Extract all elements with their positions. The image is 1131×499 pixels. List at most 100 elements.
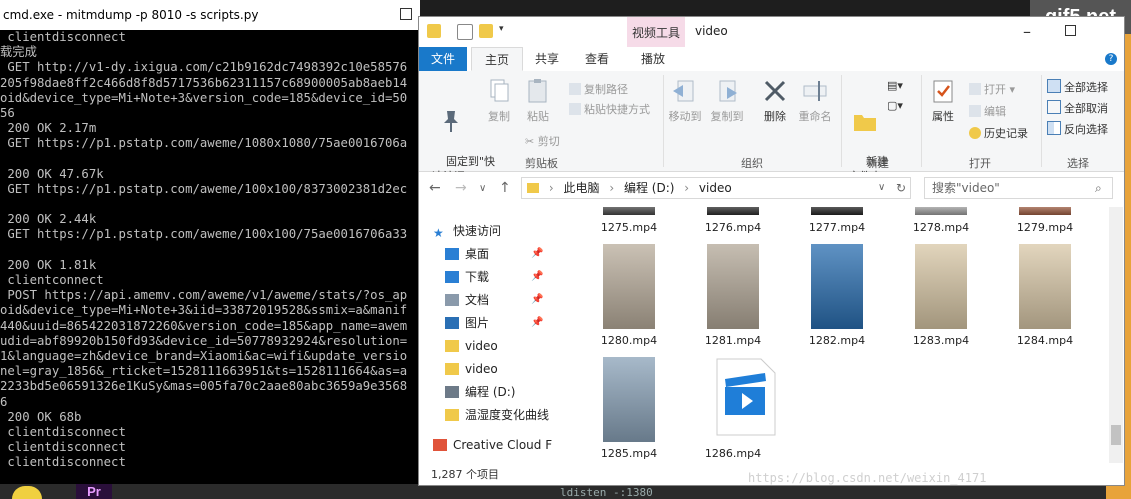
cmd-output-line: 200 OK 2.17m xyxy=(0,121,97,136)
search-input[interactable]: 搜索"video" ⌕ xyxy=(924,177,1113,199)
properties-button[interactable]: 属性 xyxy=(925,77,961,124)
minimize-button[interactable]: – xyxy=(1023,22,1031,41)
cmd-output-line: GET https://p1.pstatp.com/aweme/1080x108… xyxy=(0,136,408,151)
nav-item[interactable]: 下载 📌 xyxy=(445,266,543,288)
video-thumbnail[interactable] xyxy=(715,357,777,442)
file-name[interactable]: 1283.mp4 xyxy=(901,334,981,347)
video-thumbnail[interactable] xyxy=(915,207,967,215)
video-thumbnail[interactable] xyxy=(811,244,863,329)
ribbon-separator xyxy=(1041,75,1042,167)
select-none-button[interactable]: 全部取消 xyxy=(1047,100,1108,116)
breadcrumb-video[interactable]: video xyxy=(699,181,732,195)
tab-file[interactable]: 文件 xyxy=(419,47,467,71)
new-folder-icon[interactable] xyxy=(479,24,493,38)
taskbar-premiere-icon[interactable]: Pr xyxy=(76,484,112,499)
paste-shortcut-button[interactable]: 粘贴快捷方式 xyxy=(569,101,650,117)
file-name[interactable]: 1282.mp4 xyxy=(797,334,877,347)
nav-item[interactable]: 图片 📌 xyxy=(445,312,543,334)
refresh-icon[interactable]: ↻ xyxy=(896,178,906,198)
forward-arrow-icon[interactable]: → xyxy=(455,180,467,196)
nav-item[interactable]: Creative Cloud F xyxy=(433,434,552,456)
pin-icon[interactable]: 📌 xyxy=(531,243,543,265)
rename-button[interactable]: 重命名 xyxy=(795,77,835,124)
copy-to-button[interactable]: 复制到 xyxy=(709,77,745,124)
cmd-maximize-button[interactable] xyxy=(400,8,412,20)
invert-selection-button[interactable]: 反向选择 xyxy=(1047,121,1108,137)
explorer-window[interactable]: ▾ 视频工具 video – 文件 主页 共享 查看 播放 ? 固定到"快 速访… xyxy=(418,16,1125,486)
video-thumbnail[interactable] xyxy=(603,244,655,329)
pin-icon[interactable]: 📌 xyxy=(531,312,543,334)
cmd-output-line: GET https://p1.pstatp.com/aweme/100x100/… xyxy=(0,227,408,242)
file-list[interactable]: 1275.mp4 1276.mp4 1277.mp4 1278.mp4 1279.mp4… xyxy=(581,207,1109,463)
nav-item[interactable]: 编程 (D:) xyxy=(445,381,515,403)
history-button[interactable]: 历史记录 xyxy=(969,125,1028,141)
file-name[interactable]: 1286.mp4 xyxy=(693,447,773,460)
video-thumbnail[interactable] xyxy=(707,244,759,329)
open-button[interactable]: 打开 ▾ xyxy=(969,81,1015,97)
cut-button[interactable]: ✂ 剪切 xyxy=(525,133,560,149)
chevron-down-icon[interactable]: ∨ xyxy=(878,178,885,198)
file-name[interactable]: 1280.mp4 xyxy=(589,334,669,347)
explorer-title-bar[interactable]: ▾ 视频工具 video – xyxy=(419,17,1124,47)
new-item-icon[interactable]: ▤▾ xyxy=(887,79,903,92)
nav-item[interactable]: 文档 📌 xyxy=(445,289,543,311)
file-name[interactable]: 1277.mp4 xyxy=(797,221,877,234)
breadcrumb-this-pc[interactable]: 此电脑 xyxy=(563,181,599,195)
easy-access-icon[interactable]: ▢▾ xyxy=(887,99,903,112)
video-thumbnail[interactable] xyxy=(811,207,863,215)
file-name[interactable]: 1279.mp4 xyxy=(1005,221,1085,234)
cmd-title-bar[interactable]: cmd.exe - mitmdump -p 8010 -s scripts.py xyxy=(0,0,420,30)
nav-item[interactable]: 桌面 📌 xyxy=(445,243,543,265)
video-thumbnail[interactable] xyxy=(915,244,967,329)
maximize-button[interactable] xyxy=(1065,25,1076,36)
file-name[interactable]: 1281.mp4 xyxy=(693,334,773,347)
chevron-down-icon[interactable]: ▾ xyxy=(499,24,507,38)
nav-item[interactable]: video xyxy=(445,335,498,357)
file-name[interactable]: 1278.mp4 xyxy=(901,221,981,234)
file-name[interactable]: 1276.mp4 xyxy=(693,221,773,234)
vertical-scrollbar[interactable] xyxy=(1109,207,1123,463)
move-to-button[interactable]: 移动到 xyxy=(667,77,703,124)
tab-share[interactable]: 共享 xyxy=(527,47,567,71)
video-thumbnail[interactable] xyxy=(603,207,655,215)
cut-label: 剪切 xyxy=(537,135,560,148)
file-name[interactable]: 1284.mp4 xyxy=(1005,334,1085,347)
back-arrow-icon[interactable]: ← xyxy=(429,180,441,196)
up-arrow-icon[interactable]: ↑ xyxy=(499,180,511,196)
pin-icon[interactable]: 📌 xyxy=(531,289,543,311)
address-input[interactable]: › 此电脑 › 编程 (D:) › video ∨ ↻ xyxy=(521,177,911,199)
folder-icon xyxy=(445,363,459,375)
pin-icon[interactable]: 📌 xyxy=(531,266,543,288)
chevron-down-icon[interactable]: ∨ xyxy=(479,183,486,194)
nav-item[interactable]: video xyxy=(445,358,498,380)
video-thumbnail[interactable] xyxy=(1019,244,1071,329)
nav-item[interactable]: 温湿度变化曲线 xyxy=(445,404,549,426)
search-icon[interactable]: ⌕ xyxy=(1095,178,1102,198)
video-thumbnail[interactable] xyxy=(1019,207,1071,215)
video-thumbnail[interactable] xyxy=(603,357,655,442)
open-icon xyxy=(969,83,981,95)
tab-play[interactable]: 播放 xyxy=(631,47,675,71)
tab-home[interactable]: 主页 xyxy=(471,47,523,71)
file-name[interactable]: 1275.mp4 xyxy=(589,221,669,234)
delete-x-icon xyxy=(761,77,789,105)
scrollbar-thumb[interactable] xyxy=(1111,425,1121,445)
edit-button[interactable]: 编辑 xyxy=(969,103,1006,119)
properties-check-icon xyxy=(929,77,957,105)
tab-view[interactable]: 查看 xyxy=(577,47,617,71)
nav-item[interactable]: ★ 快速访问 xyxy=(433,220,501,242)
select-all-button[interactable]: 全部选择 xyxy=(1047,79,1108,95)
properties-check-icon[interactable] xyxy=(457,24,473,40)
ribbon: 固定到"快 速访问" 复制 粘贴 复制路径 粘贴快捷方式 ✂ 剪切 剪贴板 移动… xyxy=(419,71,1124,183)
pin-icon xyxy=(437,107,465,135)
copy-path-button[interactable]: 复制路径 xyxy=(569,81,628,97)
cmd-window[interactable]: cmd.exe - mitmdump -p 8010 -s scripts.py… xyxy=(0,0,420,499)
delete-button[interactable]: 删除 xyxy=(757,77,793,124)
paste-button[interactable]: 粘贴 xyxy=(519,77,557,124)
breadcrumb-drive[interactable]: 编程 (D:) xyxy=(624,181,674,195)
help-icon[interactable]: ? xyxy=(1105,53,1117,65)
copy-button[interactable]: 复制 xyxy=(483,77,515,124)
file-name[interactable]: 1285.mp4 xyxy=(589,447,669,460)
cmd-output-line: udid=abf89920b150fd93&device_id=50778932… xyxy=(0,333,408,348)
video-thumbnail[interactable] xyxy=(707,207,759,215)
